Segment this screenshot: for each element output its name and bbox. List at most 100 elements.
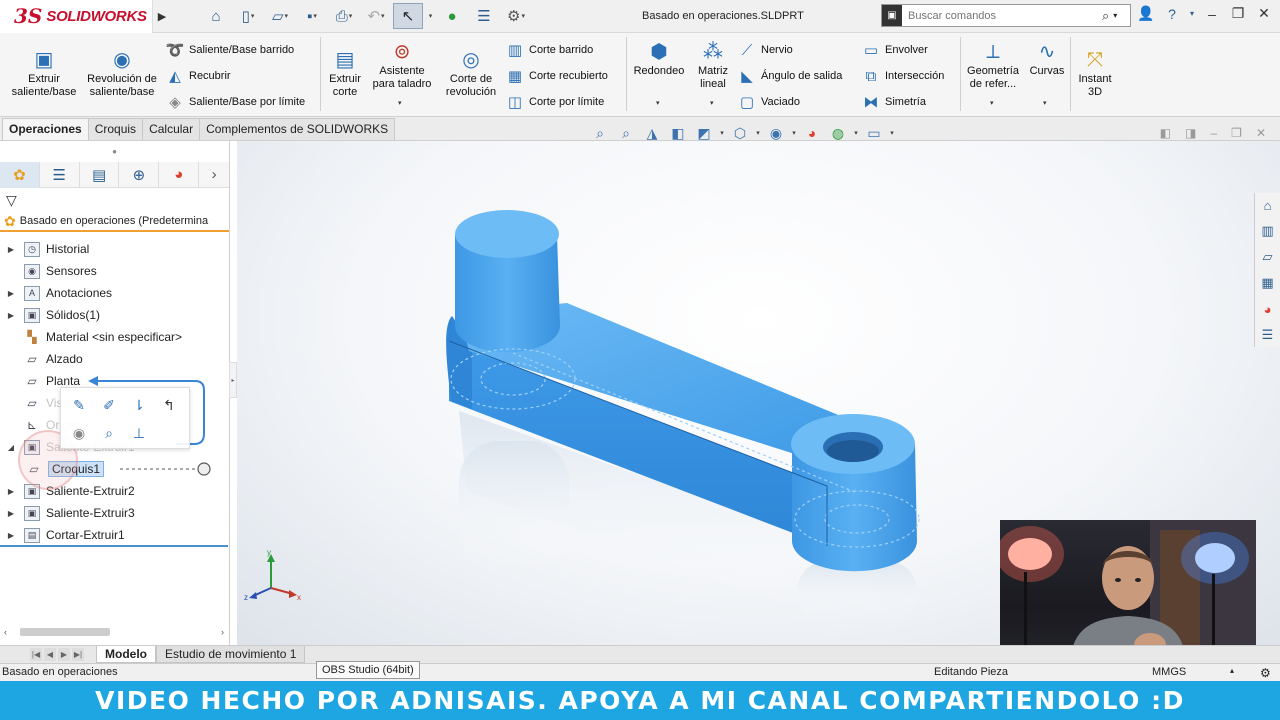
viewport-close-icon[interactable]: ✕ [1256,126,1266,140]
instant3d-button[interactable]: ⤧ Instant 3D [1074,49,1116,99]
undo-icon[interactable]: ↶ ▾ [361,3,391,29]
new-document-icon[interactable]: ▯ ▾ [233,3,263,29]
open-folder-icon[interactable]: ▱ ▾ [265,3,295,29]
curves-button[interactable]: ∿ Curvas [1026,41,1068,78]
viewport-minimize-icon[interactable]: – [1210,126,1217,140]
expand-arrow-icon[interactable]: ▶ [0,487,22,496]
shell-button[interactable]: ▢ Vaciado [736,92,800,112]
tree-root[interactable]: ✿ Basado en operaciones (Predetermina [0,212,229,232]
view-orientation-icon[interactable]: ⬡ [728,122,752,144]
extrude-boss-button[interactable]: ▣ Extruir saliente/base [8,49,80,99]
intersect-button[interactable]: ⧉ Intersección [860,66,945,86]
orientation-dropdown-icon[interactable]: ▾ [754,122,762,144]
tab-modelo[interactable]: Modelo [96,646,156,663]
tab-complementos[interactable]: Complementos de SOLIDWORKS [199,118,396,140]
resources-home-icon[interactable]: ⌂ [1255,193,1280,217]
solidworks-logo[interactable]: 3S SOLIDWORKS [0,0,153,33]
file-properties-icon[interactable]: ☰ [469,3,499,29]
rib-button[interactable]: ⟋ Nervio [736,40,793,60]
view-settings-dropdown-icon[interactable]: ▾ [888,122,896,144]
help-dropdown-icon[interactable]: ▾ [1188,9,1196,18]
options-gear-icon[interactable]: ⚙ ▾ [501,3,531,29]
edit-sketch-icon[interactable]: ✎ [67,394,91,416]
appearances-icon[interactable]: ◕ [1255,297,1280,321]
tree-item-sensores[interactable]: ◉ Sensores [0,260,228,282]
expand-arrow-icon[interactable]: ▶ [0,531,22,540]
feature-manager-tab-icon[interactable]: ✿ [0,161,40,188]
expand-arrow-icon[interactable]: ▶ [0,289,22,298]
hole-wizard-dropdown-icon[interactable]: ▾ [398,99,402,107]
tree-item-solidos[interactable]: ▶ ▣ Sólidos(1) [0,304,228,326]
search-dropdown-icon[interactable]: ▾ [1113,11,1117,20]
user-account-icon[interactable]: 👤 [1136,5,1156,22]
dimxpert-manager-tab-icon[interactable]: ⊕ [119,161,160,188]
extrude-cut-button[interactable]: ▤ Extruir corte [324,49,366,99]
panel-grip[interactable]: ● [0,141,229,162]
units-dropdown-icon[interactable]: ▴ [1230,666,1234,675]
rebuild-traffic-light-icon[interactable]: ● [437,3,467,29]
tab-croquis[interactable]: Croquis [87,118,144,140]
help-icon[interactable]: ? [1162,6,1182,22]
show-hide-icon[interactable]: ◉ [67,422,91,444]
save-icon[interactable]: ▪ ▾ [297,3,327,29]
zoom-to-area-icon[interactable]: ⌕ [614,122,638,144]
viewport-prev-icon[interactable]: ◧ [1160,126,1171,140]
pattern-dropdown-icon[interactable]: ▾ [710,99,714,107]
close-icon[interactable]: ✕ [1254,5,1274,22]
scroll-left-icon[interactable]: ‹ [4,627,7,637]
rollback-bar[interactable] [0,545,228,547]
mirror-button[interactable]: ⧓ Simetría [860,92,926,112]
apply-scene-icon[interactable]: ◍ [826,122,850,144]
rollback-icon[interactable]: ⇂ [127,394,151,416]
more-tabs-chevron-icon[interactable]: › [199,162,229,188]
configuration-manager-tab-icon[interactable]: ▤ [80,161,120,188]
dynamic-annotation-icon[interactable]: ◩ [692,122,716,144]
boundary-boss-button[interactable]: ◈ Saliente/Base por límite [164,92,305,112]
lofted-cut-button[interactable]: ▦ Corte recubierto [504,66,608,86]
fillet-dropdown-icon[interactable]: ▾ [656,99,660,107]
search-input[interactable] [902,9,1102,22]
property-manager-tab-icon[interactable]: ☰ [40,161,80,188]
previous-view-icon[interactable]: ◮ [640,122,664,144]
tree-item-historial[interactable]: ▶ ◷ Historial [0,238,228,260]
display-manager-tab-icon[interactable]: ◕ [159,161,200,188]
status-customize-icon[interactable]: ⚙ [1260,666,1271,680]
tab-calcular[interactable]: Calcular [142,118,201,140]
edit-feature-icon[interactable]: ✐ [97,394,121,416]
tree-horizontal-scrollbar[interactable]: ‹ › [4,626,224,638]
tree-item-cortar-extruir1[interactable]: ▶ ▤ Cortar-Extruir1 [0,524,228,546]
last-tab-icon[interactable]: ▶| [72,648,84,661]
next-tab-icon[interactable]: ▶ [58,648,70,661]
minimize-icon[interactable]: – [1202,6,1222,22]
display-style-dropdown-icon[interactable]: ▾ [790,122,798,144]
view-settings-icon[interactable]: ▭ [862,122,886,144]
search-mode-icon[interactable]: ▣ [882,5,902,26]
reference-geometry-dropdown-icon[interactable]: ▾ [990,99,994,107]
scroll-right-icon[interactable]: › [221,627,224,637]
scroll-thumb[interactable] [20,628,110,636]
expand-arrow-icon[interactable]: ▶ [0,245,22,254]
tree-item-anotaciones[interactable]: ▶ A Anotaciones [0,282,228,304]
view-palette-icon[interactable]: ▦ [1255,271,1280,295]
swept-cut-button[interactable]: ▥ Corte barrido [504,40,593,60]
scene-dropdown-icon[interactable]: ▾ [852,122,860,144]
menu-expand-arrow-icon[interactable]: ▶ [153,0,171,33]
revolve-boss-button[interactable]: ◉ Revolución de saliente/base [86,49,158,99]
first-tab-icon[interactable]: |◀ [30,648,42,661]
tree-item-material[interactable]: ▚ Material <sin especificar> [0,326,228,348]
prev-tab-icon[interactable]: ◀ [44,648,56,661]
draft-button[interactable]: ◣ Ángulo de salida [736,66,842,86]
zoom-to-selection-icon[interactable]: ⌕ [97,422,121,444]
fillet-button[interactable]: ⬢ Redondeo [630,41,688,78]
edit-appearance-icon[interactable]: ◕ [800,122,824,144]
normal-to-icon[interactable]: ⊥ [127,422,151,444]
curves-dropdown-icon[interactable]: ▾ [1043,99,1047,107]
status-units[interactable]: MMGS [1152,666,1186,678]
display-style-icon[interactable]: ◉ [764,122,788,144]
search-icon[interactable]: ⌕ [1102,8,1109,24]
reference-geometry-button[interactable]: ⟂ Geometría de refer... [964,41,1022,91]
view-dropdown-icon[interactable]: ▾ [718,122,726,144]
linear-pattern-button[interactable]: ⁂ Matriz lineal [692,41,734,91]
restore-icon[interactable]: ❐ [1228,5,1248,22]
print-icon[interactable]: ⎙ ▾ [329,3,359,29]
